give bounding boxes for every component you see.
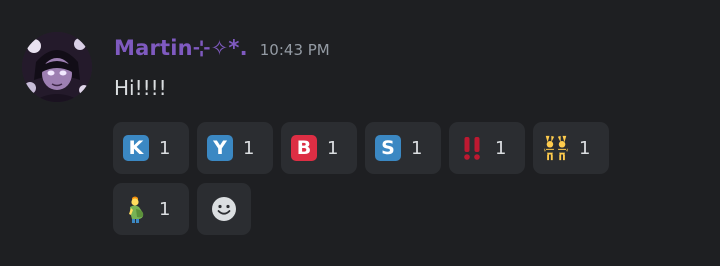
reaction-double-exclamation[interactable]: 1 bbox=[449, 122, 525, 174]
reaction-count: 1 bbox=[327, 137, 339, 159]
reaction-count: 1 bbox=[411, 137, 423, 159]
smiley-add-reaction-icon bbox=[212, 197, 236, 221]
emoji-glyph: B bbox=[291, 135, 317, 161]
reaction-bunny-ears[interactable]: 1 bbox=[533, 122, 609, 174]
reaction-b[interactable]: B 1 bbox=[281, 122, 357, 174]
double-exclamation-icon bbox=[458, 134, 486, 162]
reaction-pregnant-man[interactable]: 1 bbox=[113, 183, 189, 235]
reaction-count: 1 bbox=[159, 137, 171, 159]
regional-indicator-s-icon: S bbox=[374, 134, 402, 162]
reaction-y[interactable]: Y 1 bbox=[197, 122, 273, 174]
avatar-image bbox=[22, 32, 92, 102]
reactions-bar: K 1 Y 1 B 1 S 1 1 1 1 bbox=[113, 122, 633, 235]
reaction-count: 1 bbox=[495, 137, 507, 159]
b-button-blood-type-icon: B bbox=[290, 134, 318, 162]
emoji-glyph: S bbox=[375, 135, 401, 161]
chat-message: Martin⊹✧*. 10:43 PM Hi!!!! K 1 Y 1 B 1 S bbox=[0, 0, 720, 266]
reaction-count: 1 bbox=[159, 198, 171, 220]
reaction-count: 1 bbox=[579, 137, 591, 159]
emoji-glyph: K bbox=[123, 135, 149, 161]
reaction-k[interactable]: K 1 bbox=[113, 122, 189, 174]
emoji-glyph: Y bbox=[207, 135, 233, 161]
people-with-bunny-ears-icon bbox=[542, 134, 570, 162]
username[interactable]: Martin⊹✧*. bbox=[114, 36, 248, 60]
message-header: Martin⊹✧*. 10:43 PM bbox=[114, 36, 330, 66]
pregnant-man-icon bbox=[122, 195, 150, 223]
reaction-count: 1 bbox=[243, 137, 255, 159]
regional-indicator-y-icon: Y bbox=[206, 134, 234, 162]
reaction-s[interactable]: S 1 bbox=[365, 122, 441, 174]
user-avatar[interactable] bbox=[22, 32, 92, 102]
timestamp[interactable]: 10:43 PM bbox=[260, 41, 330, 59]
regional-indicator-k-icon: K bbox=[122, 134, 150, 162]
message-content: Hi!!!! bbox=[114, 76, 167, 100]
add-reaction-button[interactable] bbox=[197, 183, 251, 235]
